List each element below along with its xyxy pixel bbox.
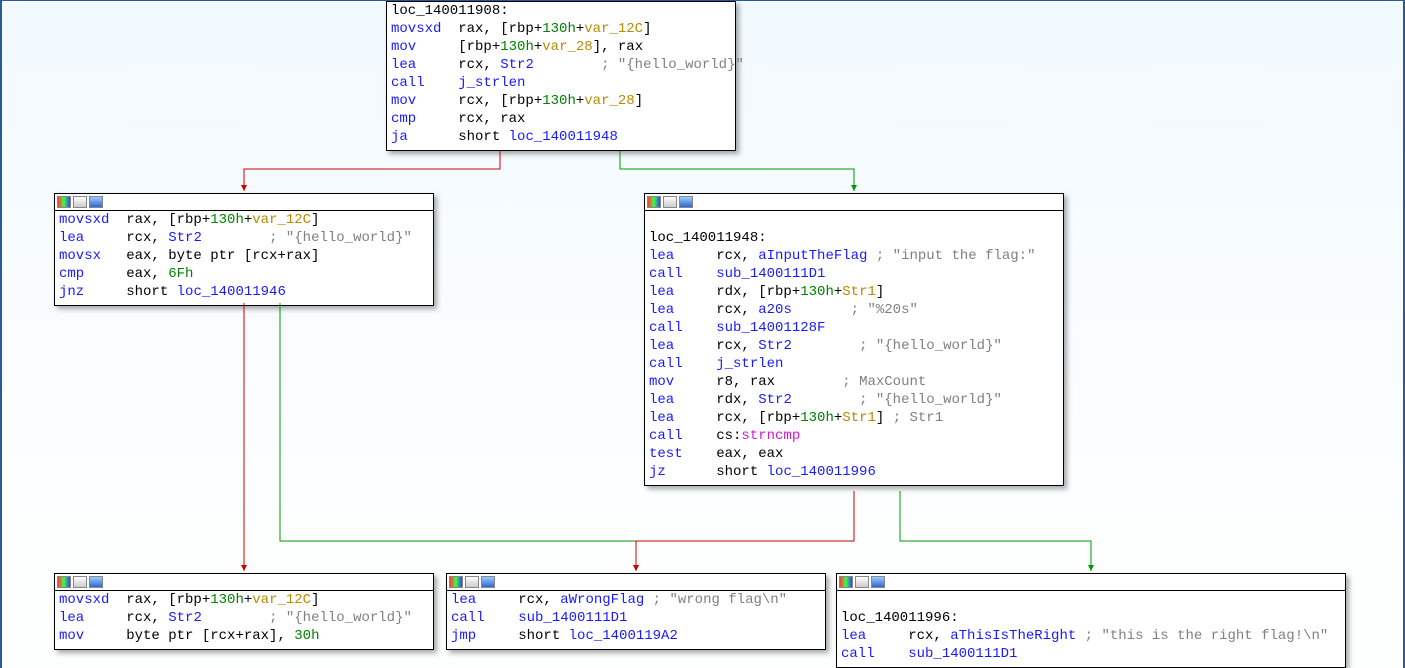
node-right2-body: loc_140011996: lea rcx, aThisIsTheRight … (837, 591, 1345, 667)
color-icon[interactable] (839, 576, 853, 588)
node-mid2-body: lea rcx, aWrongFlag ; "wrong flag\n" cal… (447, 591, 825, 649)
node-top-body: loc_140011908: movsxd rax, [rbp+130h+var… (387, 2, 735, 150)
color-icon[interactable] (57, 196, 71, 208)
node-right2-titlebar (837, 574, 1345, 591)
node-left2-titlebar (55, 574, 433, 591)
node-left2-body: movsxd rax, [rbp+130h+var_12C] lea rcx, … (55, 591, 433, 649)
edit-icon[interactable] (73, 196, 87, 208)
edit-icon[interactable] (663, 196, 677, 208)
node-right1-titlebar (645, 194, 1063, 211)
node-mid2-titlebar (447, 574, 825, 591)
color-icon[interactable] (449, 576, 463, 588)
edit-icon[interactable] (855, 576, 869, 588)
group-icon[interactable] (679, 196, 693, 208)
group-icon[interactable] (871, 576, 885, 588)
color-icon[interactable] (57, 576, 71, 588)
edit-icon[interactable] (465, 576, 479, 588)
node-right1-body: loc_140011948: lea rcx, aInputTheFlag ; … (645, 211, 1063, 485)
node-top[interactable]: loc_140011908: movsxd rax, [rbp+130h+var… (386, 1, 736, 151)
node-right1[interactable]: loc_140011948: lea rcx, aInputTheFlag ; … (644, 193, 1064, 486)
group-icon[interactable] (89, 576, 103, 588)
left-frame-border (0, 1, 2, 668)
node-mid2[interactable]: lea rcx, aWrongFlag ; "wrong flag\n" cal… (446, 573, 826, 650)
node-left1-titlebar (55, 194, 433, 211)
node-left1[interactable]: movsxd rax, [rbp+130h+var_12C] lea rcx, … (54, 193, 434, 306)
group-icon[interactable] (89, 196, 103, 208)
node-left1-body: movsxd rax, [rbp+130h+var_12C] lea rcx, … (55, 211, 433, 305)
edit-icon[interactable] (73, 576, 87, 588)
graph-canvas[interactable]: loc_140011908: movsxd rax, [rbp+130h+var… (0, 0, 1405, 668)
node-right2[interactable]: loc_140011996: lea rcx, aThisIsTheRight … (836, 573, 1346, 668)
node-left2[interactable]: movsxd rax, [rbp+130h+var_12C] lea rcx, … (54, 573, 434, 650)
color-icon[interactable] (647, 196, 661, 208)
group-icon[interactable] (481, 576, 495, 588)
